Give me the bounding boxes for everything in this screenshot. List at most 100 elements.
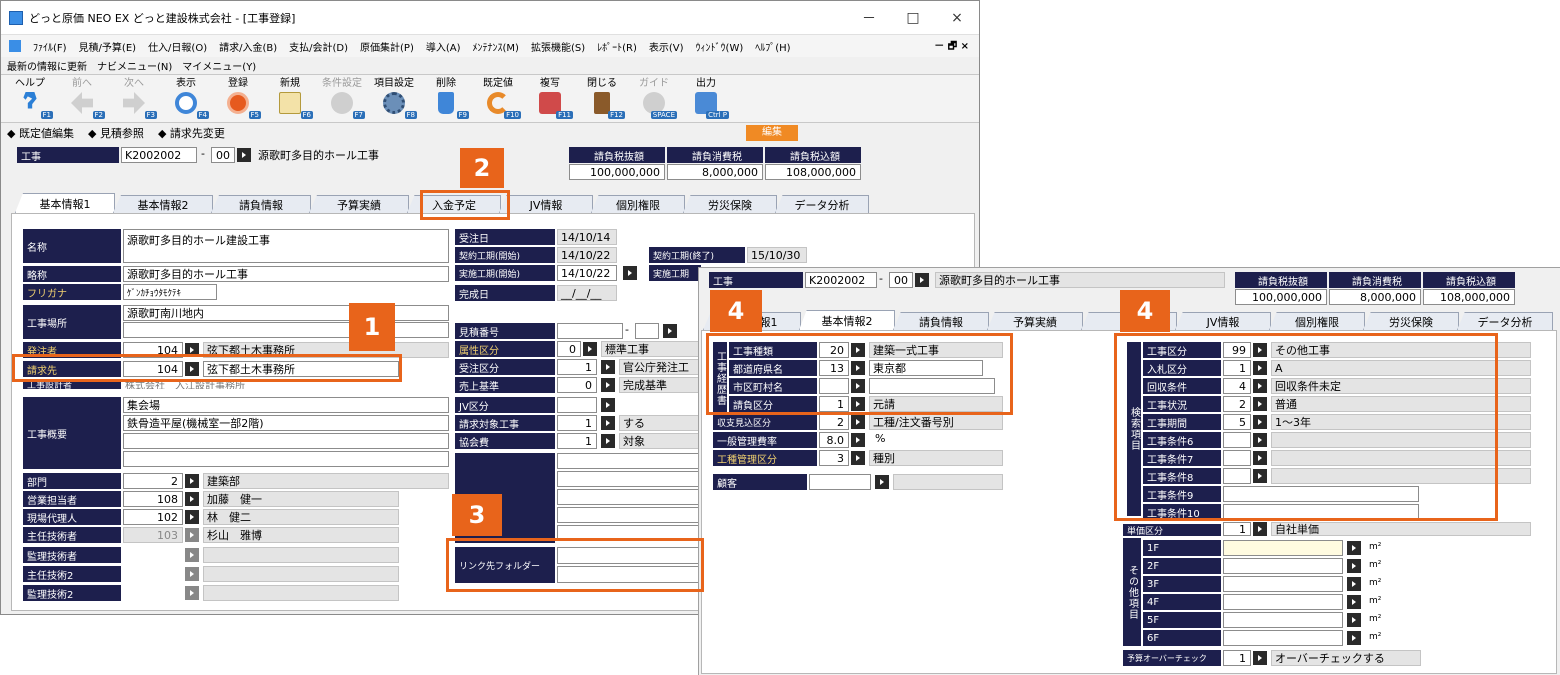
summary-line-4[interactable] (123, 451, 449, 467)
sales-dropdown[interactable] (185, 492, 199, 506)
koji-dropdown-button[interactable] (237, 148, 251, 162)
short-name-input[interactable]: 源歌町多目的ホール工事 (123, 266, 449, 282)
note-line-4[interactable] (557, 507, 699, 523)
menu-item-view[interactable]: 表示(V) (649, 39, 684, 54)
s-overcheck-code[interactable]: 1 (1223, 650, 1251, 666)
tab-budget[interactable]: 予算実績 (309, 195, 409, 213)
default-edit-link[interactable]: ◆ 既定値編集 (7, 125, 74, 141)
s-overhead-dropdown[interactable] (851, 433, 865, 447)
summary-line-1[interactable]: 集会場 (123, 397, 449, 413)
tab-contract[interactable]: 請負情報 (211, 195, 311, 213)
menu-item-purchase[interactable]: 仕入/日報(O) (148, 39, 207, 54)
s-floor-dropdown[interactable] (1347, 595, 1361, 609)
tab-basic2[interactable]: 基本情報2 (113, 195, 213, 213)
tab-analysis[interactable]: データ分析 (775, 195, 869, 213)
s-tab-budget[interactable]: 予算実績 (987, 312, 1083, 330)
view-button[interactable]: 表示 F4 (163, 77, 209, 121)
place-input-2[interactable] (123, 322, 449, 338)
my-menu-link[interactable]: マイメニュー(Y) (182, 58, 256, 73)
name-input[interactable]: 源歌町多目的ホール建設工事 (123, 229, 449, 263)
close-button[interactable]: × (935, 10, 979, 26)
s-floor-dropdown[interactable] (1347, 631, 1361, 645)
tab-basic1[interactable]: 基本情報1 (15, 193, 115, 213)
s-overhead-input[interactable]: 8.0 (819, 432, 849, 448)
s-floor-dropdown[interactable] (1347, 613, 1361, 627)
menu-item-cost[interactable]: 原価集計(P) (360, 39, 414, 54)
note-line-3[interactable] (557, 489, 699, 505)
s-mgmt-dropdown[interactable] (851, 451, 865, 465)
menu-item-setup[interactable]: 導入(A) (426, 39, 461, 54)
chief2-dropdown[interactable] (185, 567, 199, 581)
s-floor-input[interactable] (1223, 540, 1343, 556)
menu-item-payment[interactable]: 支払/会計(D) (289, 39, 348, 54)
menu-item-extension[interactable]: 拡張機能(S) (531, 39, 585, 54)
s-floor-dropdown[interactable] (1347, 541, 1361, 555)
register-button[interactable]: 登録 F5 (215, 77, 261, 121)
mdi-controls[interactable]: － 🗗 × (934, 37, 969, 56)
billto-change-link[interactable]: ◆ 請求先変更 (158, 125, 225, 141)
menu-item-file[interactable]: ﾌｧｲﾙ(F) (33, 39, 67, 54)
site-agent-code-input[interactable]: 102 (123, 509, 183, 525)
menu-item-help[interactable]: ﾍﾙﾌﾟ(H) (755, 39, 790, 54)
new-button[interactable]: 新規 F6 (267, 77, 313, 121)
estimate-dropdown[interactable] (663, 324, 677, 338)
receive-code-input[interactable]: 1 (557, 359, 597, 375)
s-tab-basic2[interactable]: 基本情報2 (799, 310, 895, 330)
s-floor-dropdown[interactable] (1347, 559, 1361, 573)
menu-item-window[interactable]: ｳｨﾝﾄﾞｳ(W) (696, 39, 744, 54)
s-mgmt-code[interactable]: 3 (819, 450, 849, 466)
supervisor2-dropdown[interactable] (185, 586, 199, 600)
s-tab-jv[interactable]: JV情報 (1175, 312, 1271, 330)
estimate-branch-input[interactable] (635, 323, 659, 339)
s-income-code[interactable]: 2 (819, 414, 849, 430)
s-unit-price-dropdown[interactable] (1253, 522, 1267, 536)
estimate-no-input[interactable] (557, 323, 623, 339)
sales-std-dropdown[interactable] (601, 378, 615, 392)
s-floor-dropdown[interactable] (1347, 577, 1361, 591)
condition-button[interactable]: 条件設定 F7 (319, 77, 365, 121)
koji-code-input[interactable]: K2002002 (121, 147, 197, 163)
s-overcheck-dropdown[interactable] (1253, 651, 1267, 665)
s-tab-analysis[interactable]: データ分析 (1457, 312, 1553, 330)
site-agent-dropdown[interactable] (185, 510, 199, 524)
default-button[interactable]: 既定値 F10 (475, 77, 521, 121)
sales-code-input[interactable]: 108 (123, 491, 183, 507)
dept-dropdown[interactable] (185, 474, 199, 488)
association-code[interactable]: 1 (557, 433, 597, 449)
s-unit-price-code[interactable]: 1 (1223, 522, 1251, 536)
association-dropdown[interactable] (601, 434, 615, 448)
maximize-button[interactable]: □ (891, 10, 935, 26)
s-floor-input[interactable] (1223, 630, 1343, 646)
supervisor-dropdown[interactable] (185, 548, 199, 562)
s-floor-input[interactable] (1223, 558, 1343, 574)
output-button[interactable]: 出力 Ctrl P (683, 77, 729, 121)
minimize-button[interactable]: － (847, 8, 891, 28)
jv-dropdown[interactable] (601, 398, 615, 412)
tab-permission[interactable]: 個別権限 (591, 195, 685, 213)
summary-line-2[interactable]: 鉄骨造平屋(機械室一部2階) (123, 415, 449, 431)
koji-branch-input[interactable]: 00 (211, 147, 235, 163)
billing-target-code[interactable]: 1 (557, 415, 597, 431)
item-setting-button[interactable]: 項目設定 F8 (371, 77, 417, 121)
s-customer-input[interactable] (809, 474, 871, 490)
s-floor-input[interactable] (1223, 594, 1343, 610)
s-koji-code-input[interactable]: K2002002 (805, 272, 877, 288)
menu-item-billing[interactable]: 請求/入金(B) (219, 39, 277, 54)
menu-item-report[interactable]: ﾚﾎﾟｰﾄ(R) (597, 39, 637, 54)
attribute-code-input[interactable]: 0 (557, 341, 581, 357)
s-tab-permission[interactable]: 個別権限 (1269, 312, 1365, 330)
summary-line-3[interactable] (123, 433, 449, 449)
sales-std-code-input[interactable]: 0 (557, 377, 597, 393)
delete-button[interactable]: 削除 F9 (423, 77, 469, 121)
menu-item-estimate[interactable]: 見積/予算(E) (79, 39, 137, 54)
dept-code-input[interactable]: 2 (123, 473, 183, 489)
s-income-dropdown[interactable] (851, 415, 865, 429)
help-button[interactable]: ヘルプ F1 (7, 77, 53, 121)
navi-menu-link[interactable]: ナビメニュー(N) (97, 58, 172, 73)
s-floor-input[interactable] (1223, 612, 1343, 628)
s-floor-input[interactable] (1223, 576, 1343, 592)
s-customer-dropdown[interactable] (875, 475, 889, 489)
s-koji-dropdown[interactable] (915, 273, 929, 287)
place-input[interactable]: 源歌町南川地内 (123, 305, 449, 321)
billing-target-dropdown[interactable] (601, 416, 615, 430)
